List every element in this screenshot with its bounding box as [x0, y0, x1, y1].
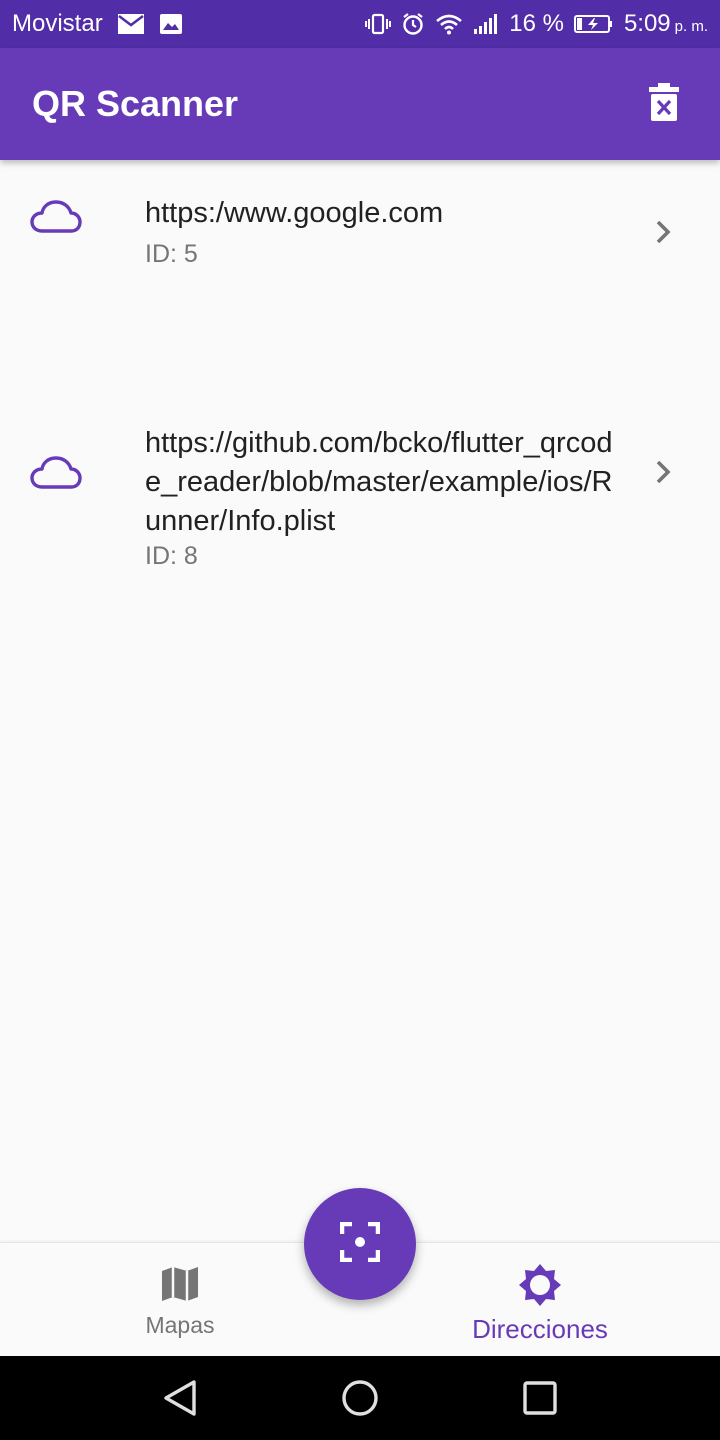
recent-apps-icon[interactable]: [518, 1376, 562, 1420]
battery-percent: 16 %: [509, 10, 564, 37]
delete-all-button[interactable]: [640, 80, 688, 128]
scan-id: ID: 8: [145, 542, 198, 570]
alarm-icon: [401, 12, 425, 36]
scan-id: ID: 5: [145, 240, 198, 268]
carrier-name: Movistar: [12, 10, 103, 37]
wifi-icon: [435, 13, 463, 35]
signal-icon: [473, 13, 499, 35]
battery-charging-icon: [573, 13, 614, 35]
vibrate-icon: [365, 13, 392, 35]
system-nav-bar: [0, 1356, 720, 1440]
scan-fab-button[interactable]: [304, 1188, 416, 1300]
nav-item-directions[interactable]: Direcciones: [360, 1243, 720, 1357]
delete-sweep-icon: [649, 82, 679, 126]
list-item[interactable]: https:/www.google.com ID: 5: [0, 160, 720, 272]
image-icon: [159, 13, 183, 35]
chevron-right-icon: [650, 458, 678, 491]
mail-icon: [117, 13, 145, 35]
scan-url: https://github.com/bcko/flutter_qrcode_r…: [145, 427, 613, 537]
clock: 5:09 p. m.: [624, 10, 708, 38]
center-focus-icon: [339, 1221, 381, 1267]
list-item[interactable]: https://github.com/bcko/flutter_qrcode_r…: [0, 272, 720, 570]
cloud-icon: [30, 200, 82, 239]
home-icon[interactable]: [338, 1376, 382, 1420]
scan-list: https:/www.google.com ID: 5 https://gith…: [0, 160, 720, 570]
nav-label-directions: Direcciones: [472, 1314, 608, 1344]
back-icon[interactable]: [158, 1376, 202, 1420]
page-title: QR Scanner: [32, 83, 239, 124]
app-bar: QR Scanner: [0, 48, 720, 160]
chevron-right-icon: [650, 218, 678, 251]
status-time: 5:09: [623, 10, 671, 37]
cloud-icon: [30, 456, 82, 495]
brightness-icon: [518, 1263, 562, 1312]
map-icon: [160, 1265, 200, 1308]
nav-label-maps: Mapas: [145, 1312, 215, 1338]
scan-url: https:/www.google.com: [145, 197, 444, 229]
status-bar: Movistar 16 % 5:09 p. m.: [0, 0, 720, 48]
status-time-suffix: p. m.: [674, 18, 708, 35]
